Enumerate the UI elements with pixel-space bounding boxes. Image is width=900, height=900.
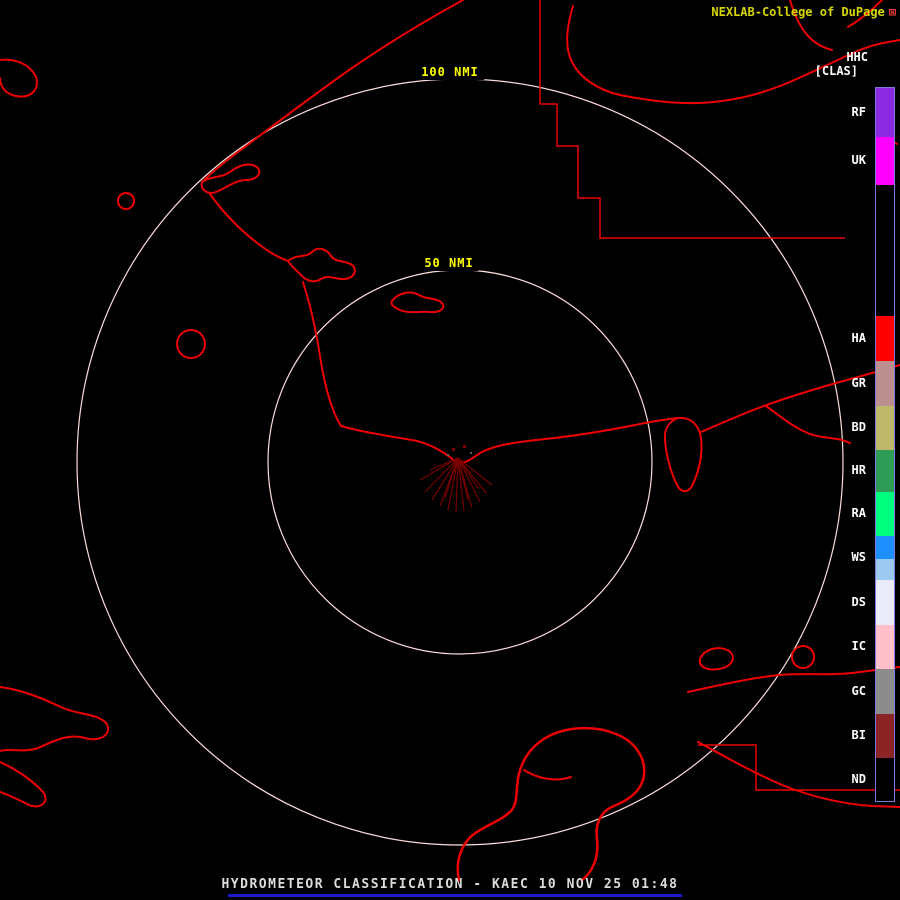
- brand: NEXLAB-College of DuPage ⊠: [711, 5, 896, 19]
- legend-segment-gr: [876, 361, 894, 406]
- legend-segment-rf: [876, 88, 894, 137]
- legend-segment-ws: [876, 536, 894, 580]
- legend-label-uk: UK: [851, 153, 866, 167]
- coastlines: [0, 0, 900, 882]
- legend-segment-hr: [876, 450, 894, 492]
- legend-segment-bi: [876, 714, 894, 758]
- legend-segment-gap: [876, 185, 894, 316]
- legend-label-gr: GR: [851, 375, 866, 390]
- legend-bar: [875, 87, 895, 802]
- radar-map: [0, 0, 900, 882]
- legend-label-ds: DS: [851, 594, 866, 609]
- radar-display: 100 NMI 50 NMI NEXLAB-College of DuPage ⊠…: [0, 0, 900, 900]
- legend-segment-ra: [876, 492, 894, 536]
- legend-segment-bd: [876, 406, 894, 450]
- product-tag: [CLAS]: [814, 64, 858, 78]
- footer-underline: [228, 894, 682, 897]
- legend-label-ic: IC: [851, 639, 866, 653]
- footer-title: HYDROMETEOR CLASSIFICATION - KAEC 10 NOV…: [221, 877, 679, 892]
- legend-label-gc: GC: [851, 683, 866, 698]
- legend-label-bi: BI: [851, 728, 866, 742]
- legend-labels: RF UK HA GR BD HR RA WS DS IC GC BI ND: [806, 87, 866, 800]
- legend-label-ws: WS: [851, 550, 866, 564]
- legend-segment-ha: [876, 316, 894, 361]
- legend-label-nd: ND: [851, 771, 866, 786]
- radar-echo: [419, 445, 493, 513]
- outer-ring-label: 100 NMI: [416, 64, 484, 80]
- legend-label-bd: BD: [851, 420, 866, 434]
- legend-label-ra: RA: [851, 506, 866, 520]
- legend-segment-gc: [876, 669, 894, 714]
- brand-logo-icon: ⊠: [888, 5, 896, 19]
- legend-label-ha: HA: [851, 330, 866, 345]
- legend-label-hr: HR: [851, 463, 866, 477]
- brand-text: NEXLAB-College of DuPage: [711, 5, 885, 19]
- inner-ring-label: 50 NMI: [419, 255, 479, 271]
- legend-label-rf: RF: [851, 104, 866, 119]
- legend-segment-uk: [876, 137, 894, 185]
- legend-segment-nd: [876, 758, 894, 801]
- legend-segment-ic: [876, 625, 894, 669]
- legend-segment-ds: [876, 580, 894, 625]
- product-code: HHC: [846, 50, 868, 64]
